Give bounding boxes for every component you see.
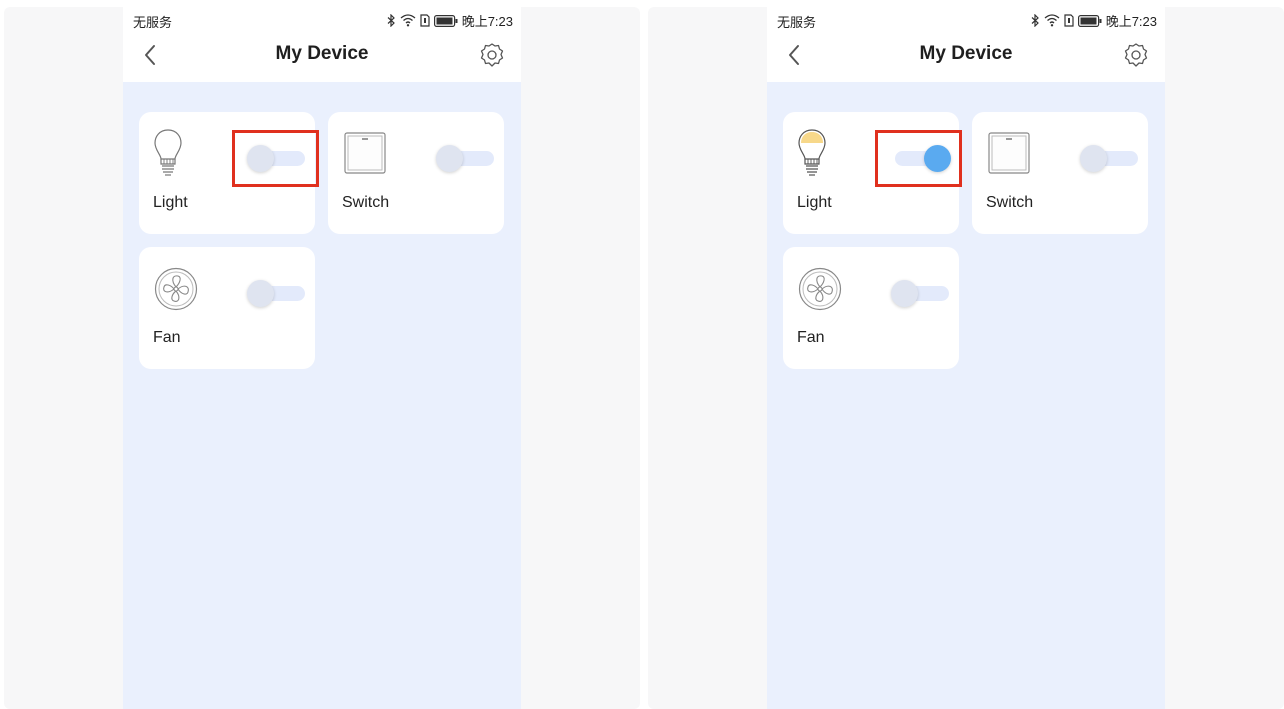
gear-icon[interactable] bbox=[1123, 42, 1149, 73]
status-bar: 无服务 晚上7:23 bbox=[123, 7, 521, 33]
top-bar: 无服务 晚上7:23 My Device bbox=[123, 7, 521, 82]
highlight-box bbox=[232, 130, 319, 187]
status-bar: 无服务 晚上7:23 bbox=[767, 7, 1165, 33]
carrier-label: 无服务 bbox=[133, 15, 173, 30]
device-label: Light bbox=[797, 194, 832, 211]
status-icons: 晚上7:23 bbox=[387, 11, 513, 30]
toggle-knob bbox=[1080, 145, 1107, 172]
device-label: Light bbox=[153, 194, 188, 211]
navigation-bar: My Device bbox=[123, 33, 521, 77]
page-title: My Device bbox=[275, 43, 369, 64]
battery-icon bbox=[433, 14, 458, 27]
screenshot-panel-before: 无服务 晚上7:23 My Device Light Switch Fan bbox=[4, 7, 640, 709]
device-card-fan[interactable]: Fan bbox=[783, 247, 959, 369]
switch-toggle[interactable] bbox=[1080, 145, 1138, 172]
wall-switch-icon bbox=[988, 132, 1030, 179]
fan-toggle[interactable] bbox=[247, 280, 305, 307]
fan-icon bbox=[798, 267, 842, 316]
phone-screen: 无服务 晚上7:23 My Device Light Switch Fan bbox=[767, 7, 1165, 709]
fan-icon bbox=[154, 267, 198, 316]
carrier-label: 无服务 bbox=[777, 15, 817, 30]
screenshot-panel-after: 无服务 晚上7:23 My Device Light Switch Fan bbox=[648, 7, 1284, 709]
device-label: Fan bbox=[797, 329, 825, 346]
device-label: Switch bbox=[342, 194, 390, 211]
sim-icon bbox=[1064, 14, 1074, 27]
gear-icon[interactable] bbox=[479, 42, 505, 73]
toggle-knob bbox=[891, 280, 918, 307]
top-bar: 无服务 晚上7:23 My Device bbox=[767, 7, 1165, 82]
toggle-knob bbox=[436, 145, 463, 172]
wall-switch-icon bbox=[344, 132, 386, 179]
navigation-bar: My Device bbox=[767, 33, 1165, 77]
device-label: Switch bbox=[986, 194, 1034, 211]
bluetooth-icon bbox=[1031, 14, 1040, 27]
switch-toggle[interactable] bbox=[436, 145, 494, 172]
battery-icon bbox=[1077, 14, 1102, 27]
page-title: My Device bbox=[919, 43, 1013, 64]
status-icons: 晚上7:23 bbox=[1031, 11, 1157, 30]
toggle-knob bbox=[247, 280, 274, 307]
device-card-fan[interactable]: Fan bbox=[139, 247, 315, 369]
status-time: 晚上7:23 bbox=[461, 14, 513, 29]
bulb-icon bbox=[153, 128, 183, 185]
highlight-box bbox=[875, 130, 962, 187]
wifi-icon bbox=[400, 14, 416, 27]
bluetooth-icon bbox=[387, 14, 396, 27]
device-card-switch[interactable]: Switch bbox=[972, 112, 1148, 234]
status-time: 晚上7:23 bbox=[1105, 14, 1157, 29]
bulb-lit-icon bbox=[797, 128, 827, 185]
device-label: Fan bbox=[153, 329, 181, 346]
device-card-switch[interactable]: Switch bbox=[328, 112, 504, 234]
wifi-icon bbox=[1044, 14, 1060, 27]
phone-screen: 无服务 晚上7:23 My Device Light Switch Fan bbox=[123, 7, 521, 709]
fan-toggle[interactable] bbox=[891, 280, 949, 307]
sim-icon bbox=[420, 14, 430, 27]
